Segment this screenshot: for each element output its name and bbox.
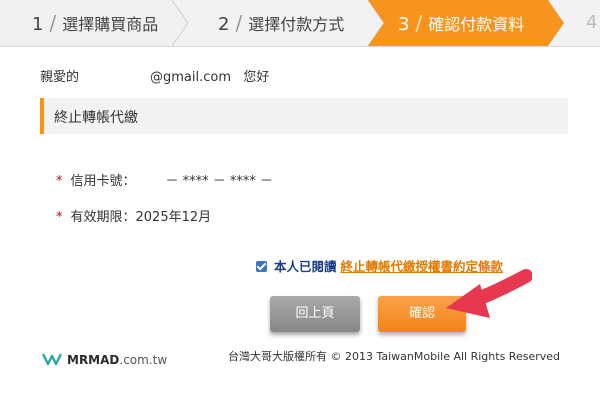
- greeting: 親愛的 @gmail.com 您好: [40, 66, 269, 85]
- agreement-checkbox[interactable]: [256, 261, 267, 272]
- mrmad-logo-icon: [42, 353, 62, 366]
- step-3: 3/確認付款資料: [398, 11, 525, 35]
- step-2: 2/選擇付款方式: [218, 11, 345, 35]
- section-header: 終止轉帳代繳: [40, 98, 568, 134]
- required-star: *: [56, 210, 63, 225]
- card-number-row: * 信用卡號： － **** － **** －: [56, 170, 273, 189]
- copyright-text: 台灣大哥大版權所有 © 2013 TaiwanMobile All Rights…: [228, 350, 560, 363]
- greeting-suffix: 您好: [243, 70, 270, 85]
- step-1: 1/選擇購買商品: [32, 11, 159, 35]
- card-number-label: 信用卡號：: [70, 174, 136, 189]
- expiry-row: * 有效期限：2025年12月: [56, 206, 211, 225]
- checkout-steps: 1/選擇購買商品 2/選擇付款方式 3/確認付款資料 4: [0, 0, 600, 47]
- expiry-label: 有效期限：: [70, 210, 136, 225]
- logo-brand: MRMAD: [67, 353, 120, 367]
- expiry-value: 2025年12月: [135, 210, 212, 225]
- required-star: *: [56, 174, 63, 189]
- section-title: 終止轉帳代繳: [54, 110, 138, 126]
- greeting-prefix: 親愛的: [40, 70, 80, 85]
- logo-suffix: .com.tw: [119, 353, 168, 367]
- greeting-email: @gmail.com: [150, 70, 232, 85]
- mrmad-logo: MRMAD.com.tw: [42, 352, 167, 367]
- back-button[interactable]: 回上頁: [270, 296, 360, 332]
- agreement-text: 本人已閱讀: [273, 259, 337, 274]
- step-4: 4: [586, 12, 598, 33]
- red-arrow-icon: [446, 269, 532, 318]
- card-number-value: － **** － **** －: [165, 174, 274, 189]
